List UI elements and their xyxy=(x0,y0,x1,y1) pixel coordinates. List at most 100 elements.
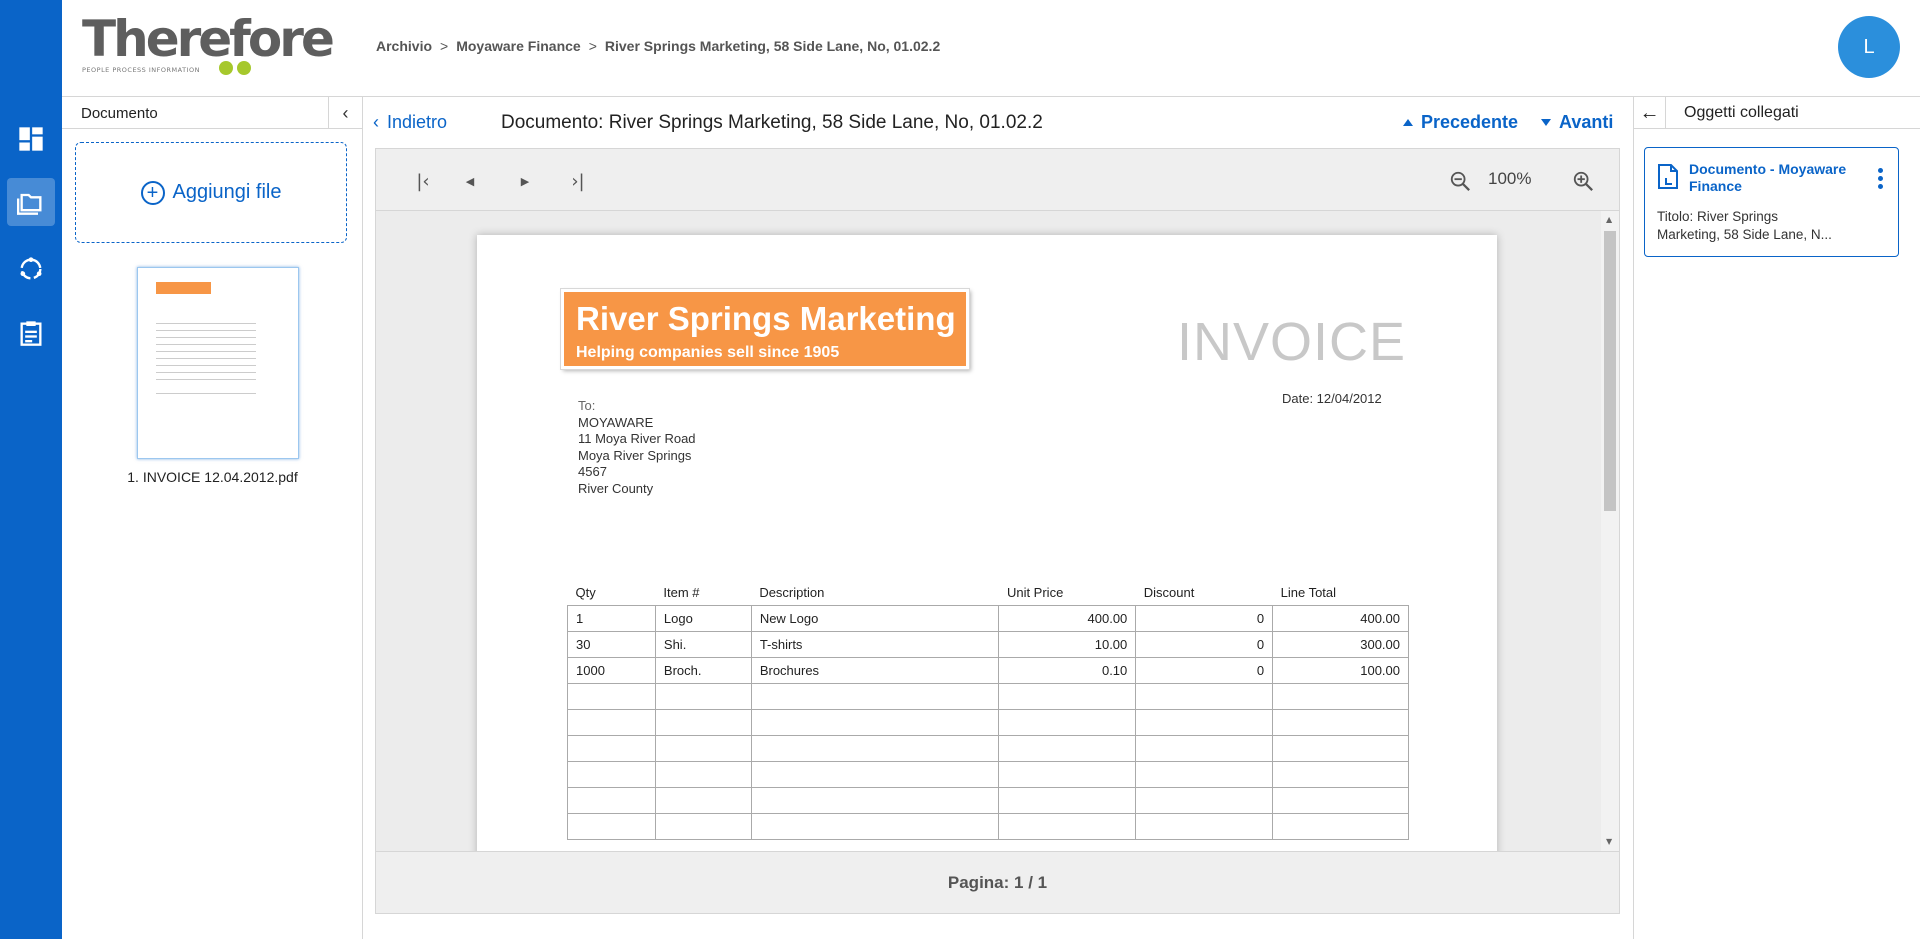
thumbnail-line xyxy=(156,365,256,366)
table-row: 1 Logo New Logo 400.00 0 400.00 xyxy=(567,604,1409,632)
back-button[interactable]: ‹ Indietro xyxy=(373,112,447,133)
empty-table-row xyxy=(567,734,1409,762)
pdf-viewer: |‹ ◀ ▶ ›| 100% River Springs Marketing H… xyxy=(375,148,1620,914)
nav-rail xyxy=(0,0,62,939)
thumbnail-line xyxy=(156,323,256,324)
breadcrumb-category[interactable]: Moyaware Finance xyxy=(456,38,581,54)
next-document-button[interactable]: Avanti xyxy=(1541,112,1613,133)
table-row: 30 Shi. T-shirts 10.00 0 300.00 xyxy=(567,630,1409,658)
add-file-button[interactable]: + Aggiungi file xyxy=(75,142,347,243)
linked-object-subtitle: Titolo: River Springs Marketing, 58 Side… xyxy=(1657,209,1832,242)
table-cell: 1 xyxy=(567,604,656,632)
zoom-in-icon xyxy=(1573,171,1593,191)
zoom-in-button[interactable] xyxy=(1571,169,1595,193)
breadcrumb: Archivio > Moyaware Finance > River Spri… xyxy=(376,38,940,54)
address-line: MOYAWARE xyxy=(578,414,654,430)
column-header: Description xyxy=(759,585,825,601)
linked-object-card[interactable]: Documento - Moyaware Finance Titolo: Riv… xyxy=(1644,147,1899,257)
thumbnail-line xyxy=(156,379,256,380)
back-label: Indietro xyxy=(387,112,448,132)
panel-header: Documento ‹ xyxy=(62,97,362,129)
last-page-button[interactable]: ›| xyxy=(566,169,590,193)
thumbnail-line xyxy=(156,372,256,373)
table-cell: Logo xyxy=(654,604,752,632)
invoice-page: River Springs Marketing Helping companie… xyxy=(477,235,1497,851)
table-cell: 0 xyxy=(1135,604,1274,632)
clipboard-icon xyxy=(20,321,42,346)
table-cell: Shi. xyxy=(654,630,752,658)
breadcrumb-archive[interactable]: Archivio xyxy=(376,38,432,54)
linked-objects-panel: ← Oggetti collegati Documento - Moyaware… xyxy=(1633,97,1920,939)
thumbnail-brand-box xyxy=(156,282,211,294)
breadcrumb-separator: > xyxy=(440,38,449,54)
user-avatar[interactable]: L xyxy=(1838,16,1900,78)
dashboard-icon xyxy=(19,127,43,151)
first-page-icon: |‹ xyxy=(416,170,430,192)
invoice-heading: INVOICE xyxy=(1177,312,1407,372)
invoice-items-table: Qty Item # Description Unit Price Discou… xyxy=(567,585,1409,840)
triangle-right-icon: ▶ xyxy=(520,174,530,188)
therefore-logo[interactable]: Therefore PEOPLE PROCESS INFORMATION xyxy=(82,14,335,80)
add-file-label: Aggiungi file xyxy=(172,181,282,203)
nav-workflow[interactable] xyxy=(7,245,55,293)
to-label: To: xyxy=(578,398,596,413)
thumbnail-line xyxy=(156,330,256,331)
table-cell: New Logo xyxy=(750,604,1000,632)
close-panel-button[interactable]: ← xyxy=(1634,97,1666,129)
collapse-panel-button[interactable]: ‹ xyxy=(328,97,362,129)
triangle-left-icon: ◀ xyxy=(465,174,475,188)
column-header: Qty xyxy=(575,585,596,601)
file-thumbnail[interactable] xyxy=(137,267,299,459)
table-cell: Broch. xyxy=(654,656,752,684)
table-cell: 0 xyxy=(1135,630,1274,658)
scroll-down-icon[interactable]: ▼ xyxy=(1606,837,1612,846)
table-cell: 400.00 xyxy=(998,604,1137,632)
caret-up-icon xyxy=(1403,119,1413,126)
document-viewer-section: ‹ Indietro Documento: River Springs Mark… xyxy=(363,97,1633,939)
next-page-button[interactable]: ▶ xyxy=(513,169,537,193)
previous-document-button[interactable]: Precedente xyxy=(1403,112,1518,133)
table-cell: 100.00 xyxy=(1272,656,1409,684)
breadcrumb-separator: > xyxy=(588,38,597,54)
table-cell: 300.00 xyxy=(1272,630,1409,658)
zoom-out-button[interactable] xyxy=(1448,169,1472,193)
address-line: 11 Moya River Road xyxy=(578,431,696,446)
document-header: ‹ Indietro Documento: River Springs Mark… xyxy=(363,97,1633,147)
table-cell: Brochures xyxy=(750,656,1000,684)
linked-object-title[interactable]: Documento - Moyaware Finance xyxy=(1689,161,1859,195)
file-name[interactable]: 1. INVOICE 12.04.2012.pdf xyxy=(62,469,363,485)
table-cell: 10.00 xyxy=(998,630,1137,658)
page-scroll-area[interactable]: River Springs Marketing Helping companie… xyxy=(376,211,1619,851)
empty-table-row xyxy=(567,786,1409,814)
nav-archive[interactable] xyxy=(7,178,55,226)
column-header: Item # xyxy=(663,585,700,601)
logo-dot xyxy=(237,61,251,75)
top-bar: Therefore PEOPLE PROCESS INFORMATION Arc… xyxy=(62,0,1920,97)
scroll-up-icon[interactable]: ▲ xyxy=(1606,215,1612,224)
nav-dashboard[interactable] xyxy=(7,115,55,163)
empty-table-row xyxy=(567,812,1409,840)
address-line: River County xyxy=(578,480,654,496)
scrollbar-thumb[interactable] xyxy=(1604,231,1616,511)
arrow-left-icon: ← xyxy=(1639,101,1660,124)
panel-header: ← Oggetti collegati xyxy=(1634,97,1920,129)
thumbnail-line xyxy=(156,337,256,338)
thumbnail-line xyxy=(156,393,256,394)
nav-tasks[interactable] xyxy=(7,309,55,357)
empty-table-row xyxy=(567,760,1409,788)
table-cell: 1000 xyxy=(567,656,656,684)
vertical-scrollbar[interactable]: ▲ ▼ xyxy=(1601,211,1619,851)
caret-down-icon xyxy=(1541,119,1551,126)
linked-document-icon xyxy=(1658,164,1678,189)
previous-label: Precedente xyxy=(1421,112,1519,132)
workflow-cycle-icon xyxy=(20,257,42,280)
column-header: Unit Price xyxy=(1006,585,1064,601)
first-page-button[interactable]: |‹ xyxy=(411,169,435,193)
previous-page-button[interactable]: ◀ xyxy=(458,169,482,193)
breadcrumb-document: River Springs Marketing, 58 Side Lane, N… xyxy=(604,38,941,54)
thumbnail-line xyxy=(156,358,256,359)
more-options-icon[interactable] xyxy=(1878,168,1884,192)
thumbnail-line xyxy=(156,351,256,352)
panel-title: Oggetti collegati xyxy=(1684,104,1799,121)
table-cell: 0.10 xyxy=(998,656,1137,684)
